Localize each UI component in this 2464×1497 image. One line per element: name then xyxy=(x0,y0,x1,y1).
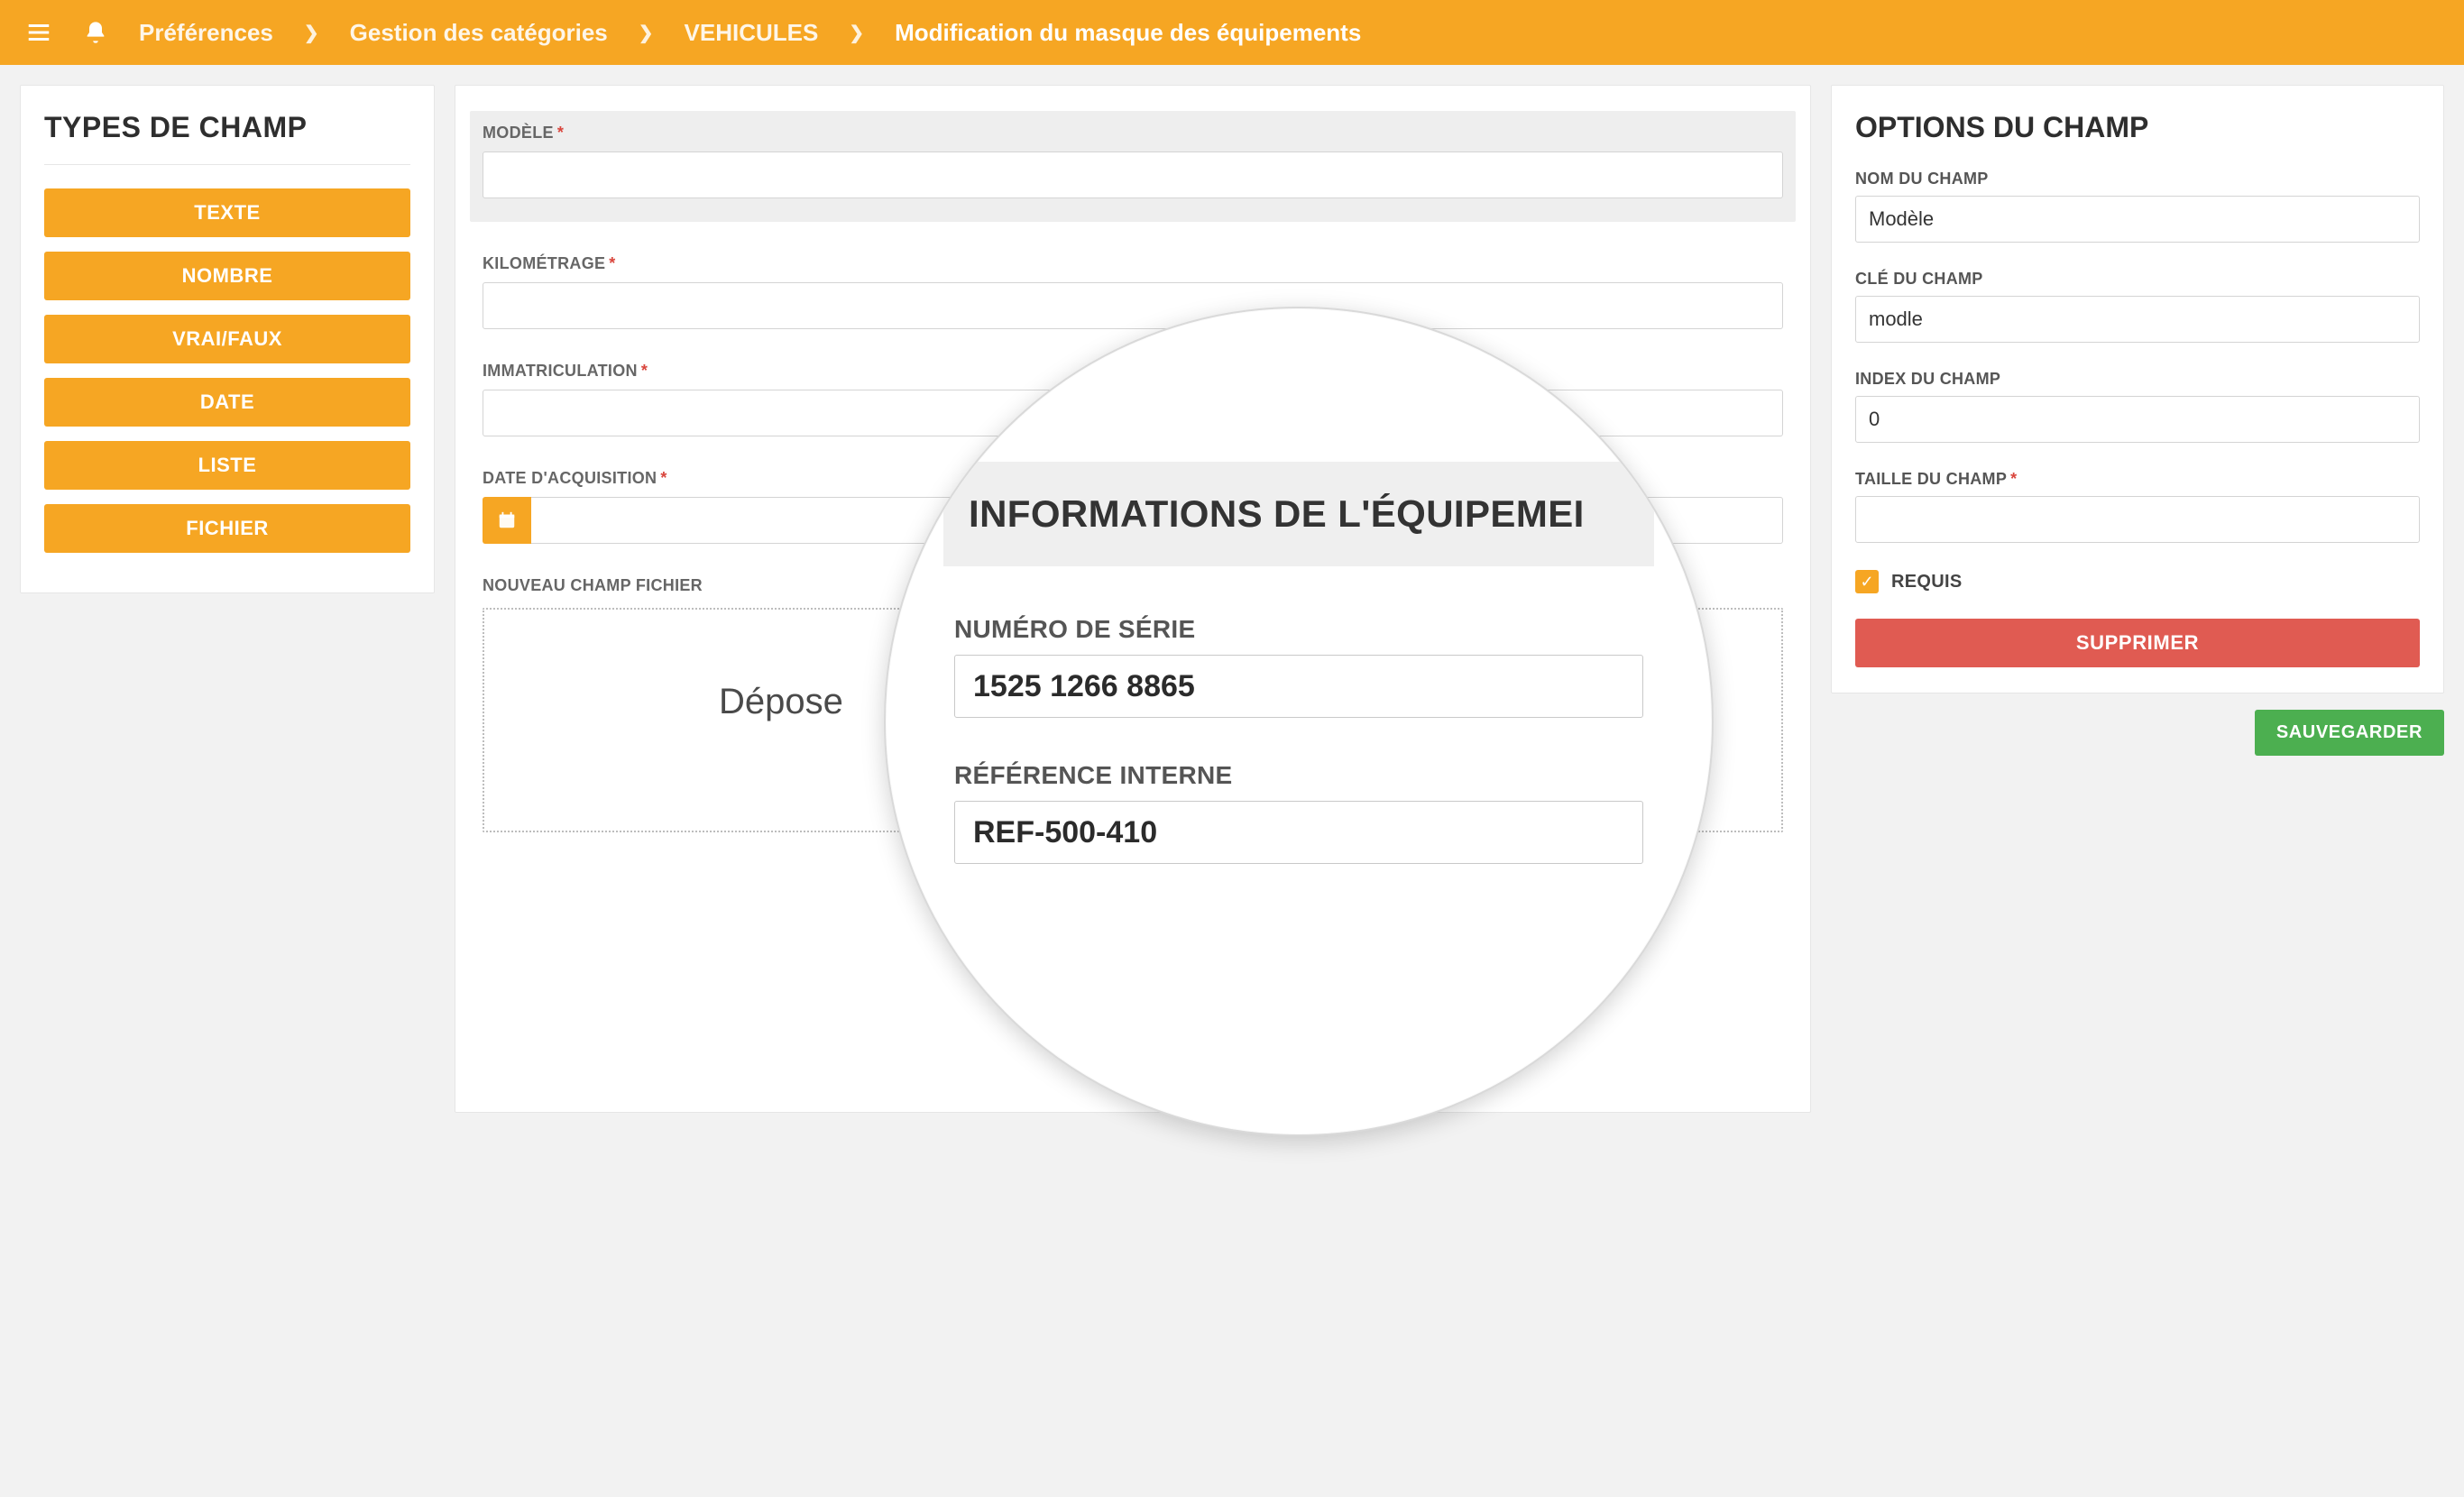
taille-label: TAILLE DU CHAMP* xyxy=(1855,470,2420,489)
required-mark: * xyxy=(2010,470,2017,488)
field-label: KILOMÉTRAGE* xyxy=(483,254,1783,273)
requis-label: REQUIS xyxy=(1891,572,1962,592)
breadcrumb-vehicules[interactable]: VEHICULES xyxy=(685,19,819,47)
field-modele[interactable]: MODÈLE* xyxy=(470,111,1796,222)
ref-input[interactable] xyxy=(954,801,1643,864)
field-label: MODÈLE* xyxy=(483,124,1783,142)
divider xyxy=(44,164,410,165)
checkbox-checked-icon[interactable]: ✓ xyxy=(1855,570,1879,593)
ref-label: RÉFÉRENCE INTERNE xyxy=(954,761,1643,790)
nom-input[interactable] xyxy=(1855,196,2420,243)
type-date-button[interactable]: DATE xyxy=(44,378,410,427)
kilometrage-input[interactable] xyxy=(483,282,1783,329)
topbar: Préférences ❯ Gestion des catégories ❯ V… xyxy=(0,0,2464,65)
calendar-icon[interactable] xyxy=(483,497,531,544)
index-input[interactable] xyxy=(1855,396,2420,443)
breadcrumb-preferences[interactable]: Préférences xyxy=(139,19,273,47)
required-mark: * xyxy=(609,254,615,272)
options-title: OPTIONS DU CHAMP xyxy=(1855,111,2420,144)
breadcrumb-current: Modification du masque des équipements xyxy=(895,19,1361,47)
bell-icon[interactable] xyxy=(83,20,108,45)
type-liste-button[interactable]: LISTE xyxy=(44,441,410,490)
type-nombre-button[interactable]: NOMBRE xyxy=(44,252,410,300)
field-types-panel: TYPES DE CHAMP TEXTE NOMBRE VRAI/FAUX DA… xyxy=(20,85,435,593)
type-texte-button[interactable]: TEXTE xyxy=(44,188,410,237)
magnifier-banner: INFORMATIONS DE L'ÉQUIPEMEI xyxy=(943,462,1654,566)
nom-label: NOM DU CHAMP xyxy=(1855,170,2420,188)
modele-input[interactable] xyxy=(483,152,1783,198)
chevron-right-icon: ❯ xyxy=(304,22,319,44)
field-types-title: TYPES DE CHAMP xyxy=(44,111,410,144)
field-kilometrage[interactable]: KILOMÉTRAGE* xyxy=(483,254,1783,329)
taille-input[interactable] xyxy=(1855,496,2420,543)
save-button[interactable]: SAUVEGARDER xyxy=(2255,710,2444,756)
cle-input[interactable] xyxy=(1855,296,2420,343)
breadcrumb-categories[interactable]: Gestion des catégories xyxy=(350,19,608,47)
delete-button[interactable]: SUPPRIMER xyxy=(1855,619,2420,667)
requis-checkbox-row[interactable]: ✓ REQUIS xyxy=(1855,570,2420,593)
required-mark: * xyxy=(660,469,667,487)
type-fichier-button[interactable]: FICHIER xyxy=(44,504,410,553)
required-mark: * xyxy=(557,124,564,142)
field-options-panel: OPTIONS DU CHAMP NOM DU CHAMP CLÉ DU CHA… xyxy=(1831,85,2444,693)
index-label: INDEX DU CHAMP xyxy=(1855,370,2420,389)
serial-input[interactable] xyxy=(954,655,1643,718)
chevron-right-icon: ❯ xyxy=(639,22,654,44)
required-mark: * xyxy=(641,362,648,380)
serial-label: NUMÉRO DE SÉRIE xyxy=(954,615,1643,644)
type-vraifaux-button[interactable]: VRAI/FAUX xyxy=(44,315,410,363)
chevron-right-icon: ❯ xyxy=(849,22,864,44)
cle-label: CLÉ DU CHAMP xyxy=(1855,270,2420,289)
menu-icon[interactable] xyxy=(25,19,52,46)
magnifier-overlay: INFORMATIONS DE L'ÉQUIPEMEI NUMÉRO DE SÉ… xyxy=(884,307,1714,1136)
